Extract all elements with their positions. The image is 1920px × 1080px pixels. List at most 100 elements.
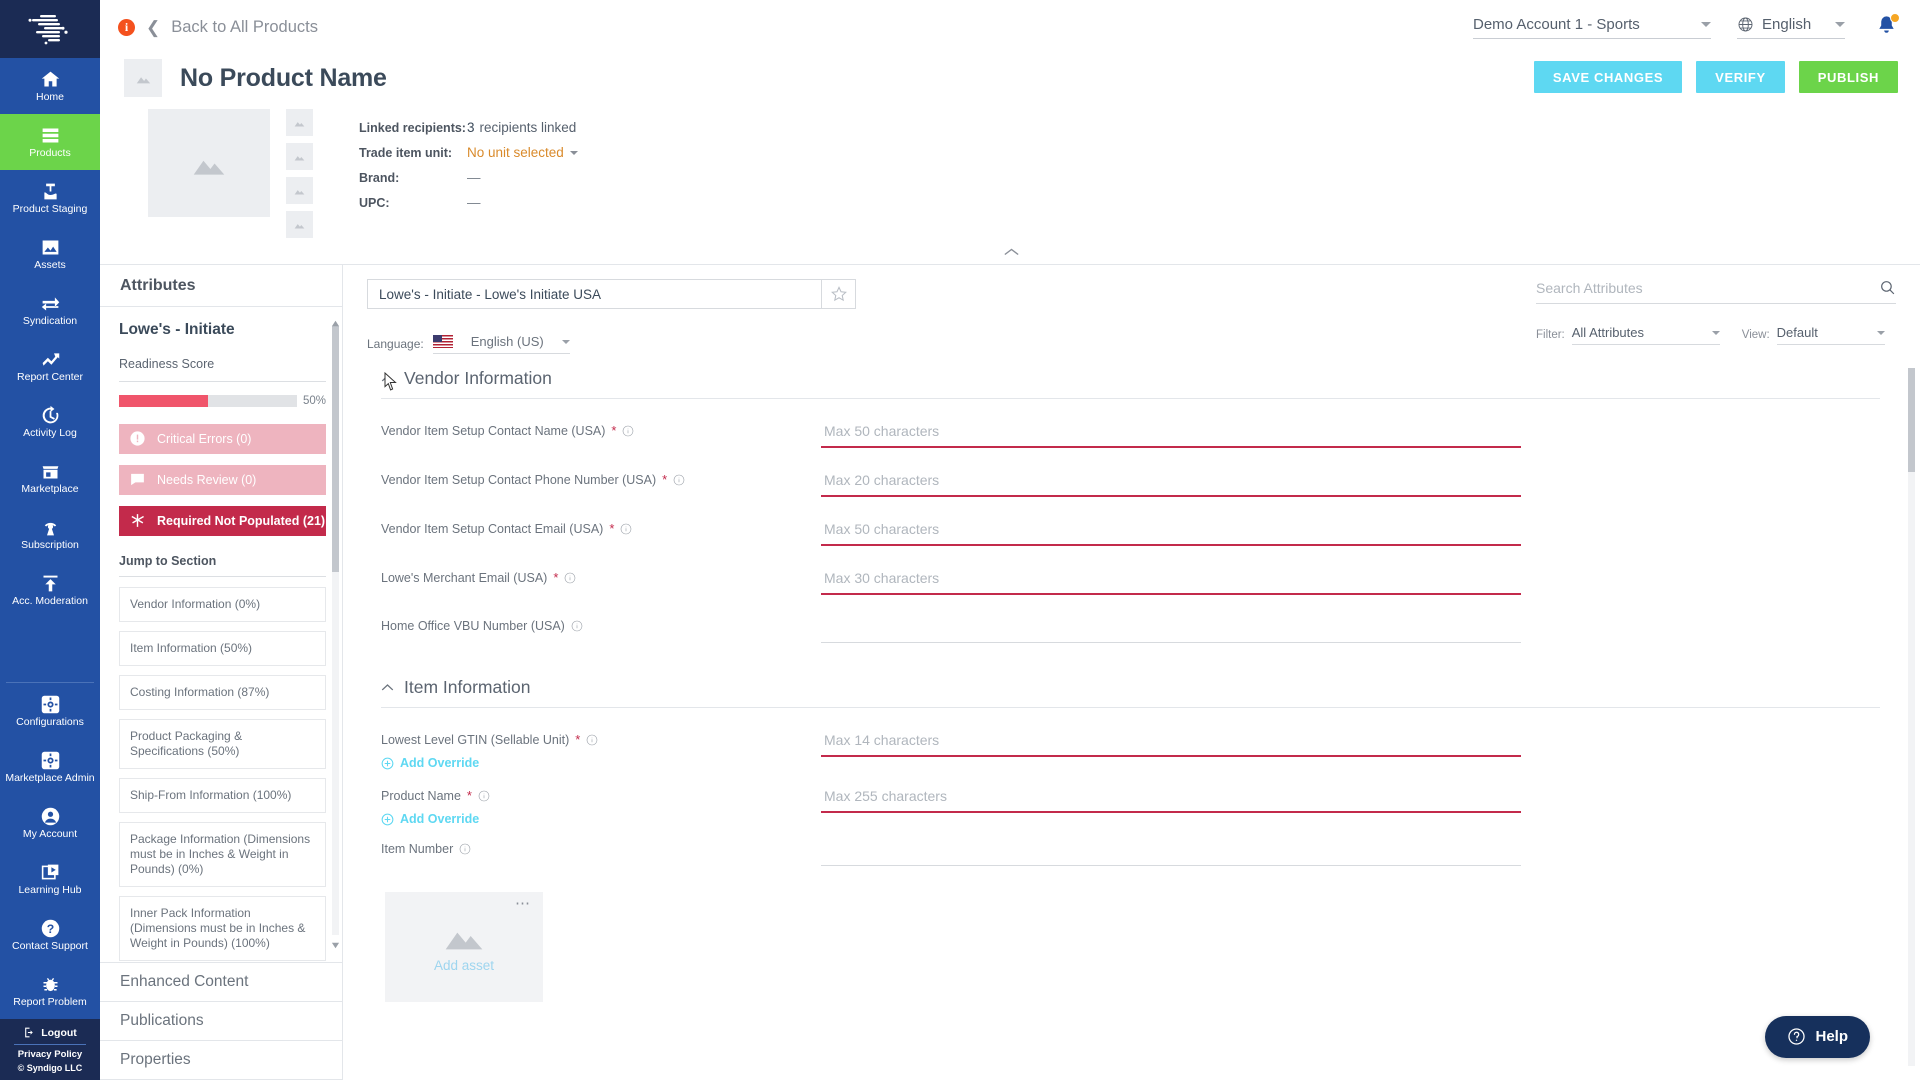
status-needs-review[interactable]: Needs Review (0) (119, 464, 326, 495)
sidebar-item-marketplace[interactable]: Marketplace (0, 450, 100, 506)
jump-item-item-information[interactable]: Item Information (50%) (119, 630, 326, 666)
sidebar-item-my-account[interactable]: My Account (0, 795, 100, 851)
required-marker: * (609, 521, 615, 537)
scrollbar-thumb[interactable] (332, 325, 339, 572)
favorite-recipient-button[interactable] (822, 279, 856, 310)
account-selector[interactable]: Demo Account 1 - Sports (1473, 16, 1711, 40)
section-header-vendor-information[interactable]: Vendor Information (367, 368, 1880, 389)
scrollbar-track[interactable] (1908, 368, 1915, 1066)
required-marker: * (575, 732, 581, 748)
accordion-enhanced-content[interactable]: Enhanced Content (100, 963, 342, 1002)
add-override-button[interactable]: Add Override (381, 812, 821, 826)
sidebar-item-report-center[interactable]: Report Center (0, 338, 100, 394)
vendor-contact-email-input[interactable] (821, 519, 1521, 547)
breadcrumb[interactable]: i ❮ Back to All Products (118, 18, 318, 37)
info-icon[interactable] (622, 425, 634, 437)
thumbnail-item[interactable] (286, 211, 313, 239)
sidebar-item-learning-hub[interactable]: Learning Hub (0, 851, 100, 907)
section-header-item-information[interactable]: Item Information (367, 677, 1880, 698)
recipient-selector[interactable]: Lowe's - Initiate - Lowe's Initiate USA (367, 279, 822, 310)
attributes-panel-scrollbar[interactable] (331, 315, 340, 949)
language-selector[interactable]: English (1737, 16, 1845, 40)
sidebar-item-assets[interactable]: Assets (0, 226, 100, 282)
filter-select[interactable]: All Attributes (1571, 325, 1720, 346)
chevron-up-icon[interactable] (381, 374, 394, 383)
logout-button[interactable]: Logout (0, 1026, 100, 1044)
save-changes-button[interactable]: SAVE CHANGES (1533, 61, 1683, 94)
help-button[interactable]: Help (1765, 1015, 1870, 1058)
sidebar-item-marketplace-admin[interactable]: Marketplace Admin (0, 739, 100, 795)
sidebar-item-product-staging[interactable]: Product Staging (0, 170, 100, 226)
product-thumb-small[interactable] (124, 59, 162, 98)
info-icon[interactable] (673, 474, 685, 486)
sidebar-item-activity-log[interactable]: Activity Log (0, 394, 100, 450)
item-number-input[interactable] (821, 840, 1521, 867)
info-badge-icon[interactable]: i (118, 19, 135, 37)
sidebar-item-label: Assets (34, 259, 66, 271)
bug-icon (43, 977, 57, 992)
field-label-wrap: Product Name * Add Override (381, 786, 821, 826)
thumbnail-item[interactable] (286, 109, 313, 137)
notifications-button[interactable] (1875, 12, 1900, 42)
sidebar-item-syndication[interactable]: Syndication (0, 282, 100, 338)
sidebar-item-contact-support[interactable]: ? Contact Support (0, 907, 100, 963)
jump-item-package-information[interactable]: Package Information (Dimensions must be … (119, 821, 326, 887)
thumbnail-item[interactable] (286, 143, 313, 171)
accordion-properties[interactable]: Properties (100, 1041, 342, 1080)
publish-button[interactable]: PUBLISH (1798, 61, 1898, 94)
field-item-number: Item Number (367, 840, 1880, 867)
home-office-vbu-input[interactable] (821, 617, 1521, 644)
status-label: Critical Errors (0) (157, 431, 252, 446)
info-icon[interactable] (564, 572, 576, 584)
sidebar-item-configurations[interactable]: Configurations (0, 683, 100, 739)
view-select[interactable]: Default (1776, 325, 1885, 346)
field-label-wrap: Vendor Item Setup Contact Name (USA) * (381, 421, 821, 438)
lowest-level-gtin-input[interactable] (821, 730, 1521, 758)
asset-more-options-icon[interactable]: ⋯ (515, 896, 531, 911)
add-override-button[interactable]: Add Override (381, 756, 821, 770)
image-placeholder-icon (445, 933, 483, 950)
sidebar-item-report-problem[interactable]: Report Problem (0, 963, 100, 1019)
scroll-down-arrow[interactable] (331, 937, 340, 949)
info-icon[interactable] (478, 790, 490, 802)
form-language-selector[interactable]: English (US) (432, 334, 570, 355)
syndigo-logo[interactable] (0, 0, 100, 58)
thumbnail-item[interactable] (286, 177, 313, 205)
product-name-input[interactable] (821, 786, 1521, 814)
verify-button[interactable]: VERIFY (1696, 61, 1785, 94)
info-icon[interactable] (459, 843, 471, 855)
add-asset-card[interactable]: ⋯ Add asset (385, 892, 543, 1003)
form-scrollbar[interactable] (1907, 358, 1916, 1076)
search-icon[interactable] (1879, 279, 1896, 296)
back-to-all-products-link[interactable]: Back to All Products (171, 18, 318, 37)
jump-item-product-packaging[interactable]: Product Packaging & Specifications (50%) (119, 718, 326, 769)
jump-item-vendor-information[interactable]: Vendor Information (0%) (119, 586, 326, 622)
product-image-main[interactable] (148, 109, 270, 218)
vendor-contact-name-input[interactable] (821, 421, 1521, 449)
info-icon[interactable] (586, 734, 598, 746)
trade-item-unit-dropdown[interactable]: No unit selected (467, 145, 564, 160)
jump-item-inner-pack-information[interactable]: Inner Pack Information (Dimensions must … (119, 895, 326, 961)
sidebar-item-label: Learning Hub (18, 884, 82, 896)
collapse-header-button[interactable] (124, 244, 1898, 264)
jump-item-costing-information[interactable]: Costing Information (87%) (119, 674, 326, 710)
info-icon[interactable] (620, 523, 632, 535)
lowes-merchant-email-input[interactable] (821, 568, 1521, 596)
search-input[interactable] (1536, 279, 1879, 296)
vendor-contact-phone-input[interactable] (821, 470, 1521, 498)
jump-to-section-title: Jump to Section (119, 553, 217, 568)
privacy-policy-link[interactable]: Privacy Policy (0, 1049, 100, 1060)
page-title: No Product Name (180, 63, 387, 92)
chevron-up-icon[interactable] (381, 683, 394, 692)
accordion-publications[interactable]: Publications (100, 1002, 342, 1041)
sidebar-item-products[interactable]: Products (0, 114, 100, 170)
status-required-not-populated[interactable]: Required Not Populated (21) (119, 505, 326, 536)
jump-item-ship-from-information[interactable]: Ship-From Information (100%) (119, 777, 326, 813)
sidebar-item-home[interactable]: Home (0, 58, 100, 114)
scroll-up-arrow[interactable] (331, 315, 340, 327)
sidebar-item-subscription[interactable]: Subscription (0, 506, 100, 562)
info-icon[interactable] (571, 620, 583, 632)
sidebar-item-acc-moderation[interactable]: Acc. Moderation (0, 562, 100, 618)
status-critical-errors[interactable]: Critical Errors (0) (119, 423, 326, 454)
scrollbar-thumb[interactable] (1908, 368, 1915, 473)
